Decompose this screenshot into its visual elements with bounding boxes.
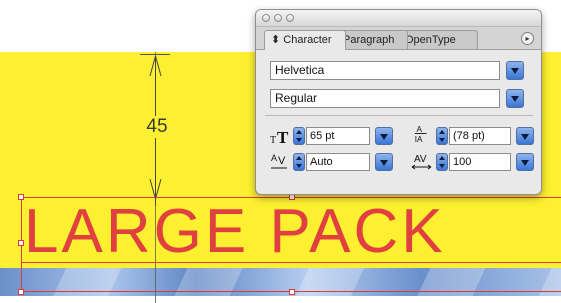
leading-field[interactable]: (78 pt) [449,127,511,145]
tab-label: OpenType [405,34,456,46]
svg-text:AV: AV [414,154,427,165]
font-style-field[interactable]: Regular [270,89,500,108]
zoom-button[interactable] [286,14,294,22]
selection-handle[interactable] [18,194,24,200]
tab-character[interactable]: ⬍ Character [264,30,346,50]
tracking-stepper[interactable] [436,153,448,171]
kerning-stepper[interactable] [293,153,305,171]
tab-label: ⬍ Character [271,34,332,46]
font-style-dropdown-button[interactable] [506,89,524,108]
tab-opentype[interactable]: OpenType [398,30,478,49]
svg-text:T: T [277,128,289,146]
arrow-up-icon [149,55,162,77]
svg-text:V: V [278,155,286,167]
selection-handle[interactable] [18,289,24,295]
selection-baseline [21,262,561,263]
tracking-dropdown-button[interactable] [516,153,534,171]
font-size-field[interactable]: 65 pt [306,127,370,145]
svg-text:T: T [270,135,276,146]
kerning-dropdown-button[interactable] [375,153,393,171]
leading-stepper[interactable] [436,127,448,145]
font-family-field[interactable]: Helvetica [270,61,500,80]
selection-handle[interactable] [289,289,295,295]
svg-text:IA: IA [415,135,423,144]
tab-label: Paragraph [343,34,395,46]
tab-paragraph[interactable]: Paragraph [336,30,408,49]
panel-titlebar[interactable] [256,10,541,27]
kerning-icon: A V [271,153,287,169]
close-button[interactable] [262,14,270,22]
character-panel[interactable]: OpenType Paragraph ⬍ Character ▸ Helveti… [255,9,542,195]
kerning-field[interactable]: Auto [306,153,370,171]
artboard-bottom [0,296,561,303]
leading-icon: A IA [415,125,427,144]
selection-handle[interactable] [18,240,24,246]
selection-frame[interactable] [21,197,561,292]
font-size-dropdown-button[interactable] [375,127,393,145]
panel-menu-button[interactable]: ▸ [521,32,534,45]
panel-tabbar: OpenType Paragraph ⬍ Character ▸ [256,27,541,50]
leading-dropdown-button[interactable] [516,127,534,145]
svg-text:A: A [271,153,277,163]
tracking-field[interactable]: 100 [449,153,511,171]
tracking-icon: AV [411,154,432,170]
font-family-dropdown-button[interactable] [506,61,524,80]
font-size-stepper[interactable] [293,127,305,145]
dimension-label: 45 [138,116,176,138]
panel-divider [265,115,533,116]
minimize-button[interactable] [274,14,282,22]
svg-text:A: A [417,125,423,134]
font-size-icon: T T [270,128,289,146]
